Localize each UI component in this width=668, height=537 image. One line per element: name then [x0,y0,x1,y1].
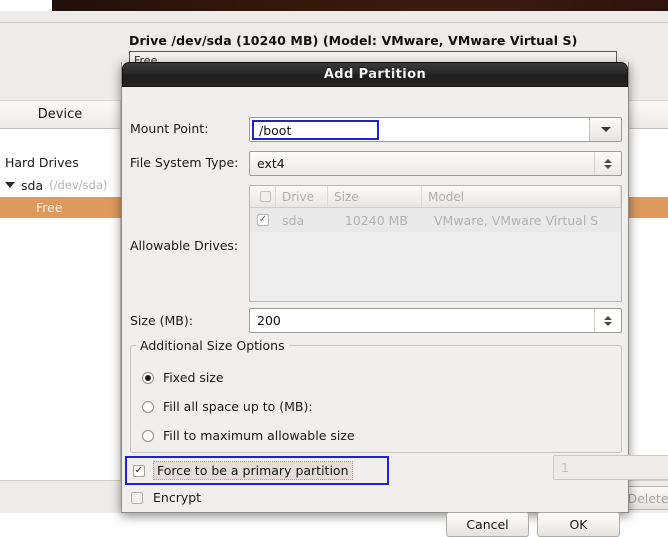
size-label: Size (MB): [130,313,193,328]
window-chrome-top [52,0,668,11]
drive-row-model: VMware, VMware Virtual S [434,212,599,228]
radio-fill-all-space-up-to[interactable]: Fill all space up to (MB): [142,399,313,414]
radio-label: Fill all space up to (MB): [163,399,313,414]
checkbox-checked-icon: ✓ [257,214,269,226]
checkbox-checked-icon[interactable]: ✓ [133,464,145,477]
chevron-down-icon [600,127,611,132]
mount-point-label: Mount Point: [130,121,209,136]
dialog-title-bar[interactable]: Add Partition [122,62,628,87]
file-system-type-value: ext4 [257,156,285,171]
tree-item-device-path: (/dev/sda) [49,178,108,192]
encrypt-checkbox-row[interactable]: Encrypt [131,490,201,505]
radio-label: Fill to maximum allowable size [163,428,355,443]
radio-unselected-icon [142,400,154,413]
table-row[interactable]: ✓ sda 10240 MB VMware, VMware Virtual S [250,208,621,232]
drive-title: Drive /dev/sda (10240 MB) (Model: VMware… [129,33,578,48]
tree-item-label: Free [36,200,63,215]
drive-row-checkbox[interactable]: ✓ [250,214,276,226]
column-header-select-all[interactable] [250,186,276,207]
chevron-down-icon [604,164,612,169]
additional-size-options-legend: Additional Size Options [136,338,289,353]
force-primary-label: Force to be a primary partition [153,461,353,480]
size-spinbox[interactable]: 200 [249,308,622,333]
fill-up-to-spinbox[interactable]: 1 [553,455,668,480]
mount-point-combobox[interactable]: /boot [249,117,622,142]
column-header-drive[interactable]: Drive [276,186,328,207]
encrypt-label: Encrypt [153,490,202,505]
tree-item-hard-drives[interactable]: Hard Drives [5,152,79,172]
mount-point-row: Mount Point: /boot [130,117,622,143]
table-header-row: Drive Size Model [250,186,621,208]
drive-row-size: 10240 MB [344,212,408,228]
column-header-model[interactable]: Model [422,186,621,207]
radio-selected-icon [142,371,154,384]
tree-item-sda[interactable]: sda (/dev/sda) [5,175,107,195]
radio-label: Fixed size [163,370,224,385]
tree-item-label: Hard Drives [5,154,79,170]
mount-point-entry-area[interactable]: /boot [250,118,589,141]
mount-point-dropdown-button[interactable] [589,118,621,141]
chevron-down-icon[interactable] [604,321,612,326]
checkbox-unchecked-icon[interactable] [131,491,143,504]
radio-fixed-size[interactable]: Fixed size [142,370,224,385]
size-input[interactable]: 200 [250,313,594,328]
file-system-type-label: File System Type: [130,155,239,170]
checkbox-icon [260,191,271,202]
dialog-title: Add Partition [323,67,427,82]
file-system-type-row: File System Type: ext4 [130,151,622,177]
chevron-up-icon [604,158,612,163]
updown-arrows-icon[interactable] [594,152,621,175]
radio-fill-to-maximum[interactable]: Fill to maximum allowable size [142,428,355,443]
cancel-button[interactable]: Cancel [446,512,529,537]
column-header-size[interactable]: Size [328,186,422,207]
column-header-device[interactable]: Device [0,100,120,129]
size-stepper[interactable] [594,309,621,332]
file-system-type-select[interactable]: ext4 [249,151,622,176]
tree-item-label: sda [21,177,44,193]
fill-up-to-input[interactable]: 1 [554,460,668,475]
drive-row-name: sda [282,212,305,228]
radio-unselected-icon [142,429,154,442]
allowable-drives-table[interactable]: Drive Size Model ✓ sda 10240 MB VMware, … [249,185,622,302]
allowable-drives-label: Allowable Drives: [130,238,239,253]
ok-button[interactable]: OK [537,512,620,537]
add-partition-dialog: Add Partition Mount Point: /boot File Sy… [121,62,668,537]
force-primary-checkbox-row[interactable]: ✓ Force to be a primary partition [125,456,389,485]
mount-point-input[interactable]: /boot [252,120,379,140]
chevron-up-icon[interactable] [604,315,612,320]
chevron-down-icon[interactable] [5,182,15,188]
